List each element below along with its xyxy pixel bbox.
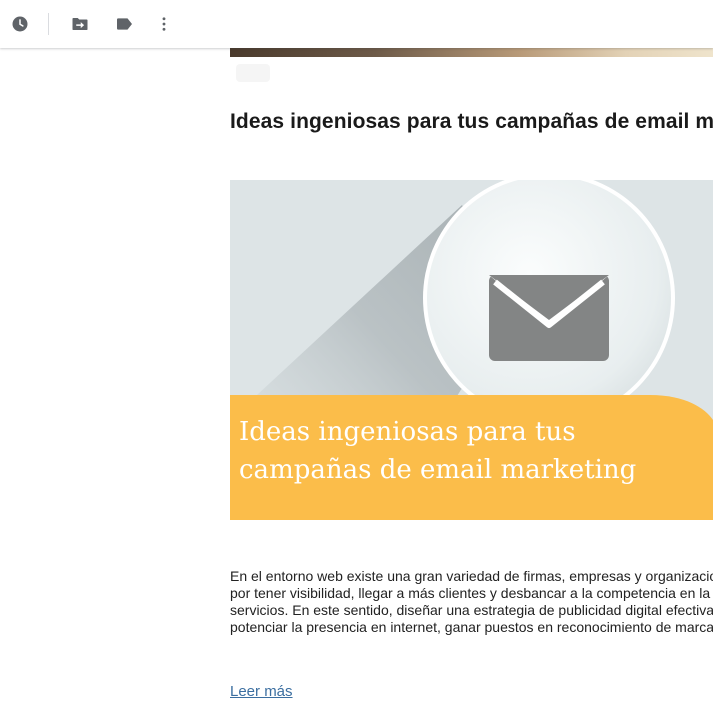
email-body: Ideas ingeniosas para tus campañas de em… bbox=[230, 0, 713, 727]
post-title[interactable]: Ideas ingeniosas para tus campañas de em… bbox=[230, 110, 713, 134]
excerpt-line: potenciar la presencia en internet, gana… bbox=[230, 619, 713, 635]
post-excerpt: En el entorno web existe una gran varied… bbox=[230, 568, 713, 636]
move-to-button[interactable] bbox=[64, 8, 96, 40]
more-vert-icon bbox=[162, 17, 166, 31]
envelope-icon bbox=[489, 275, 609, 361]
post-banner-image[interactable]: Ideas ingeniosas para tus campañas de em… bbox=[230, 180, 713, 520]
read-more-link[interactable]: Leer más bbox=[230, 683, 293, 700]
clock-icon bbox=[12, 16, 28, 32]
snooze-button[interactable] bbox=[4, 8, 36, 40]
email-toolbar bbox=[0, 0, 713, 48]
excerpt-line: por tener visibilidad, llegar a más clie… bbox=[230, 585, 713, 601]
excerpt-line: servicios. En este sentido, diseñar una … bbox=[230, 602, 713, 618]
label-button[interactable] bbox=[108, 8, 140, 40]
banner-line-1: Ideas ingeniosas para tus bbox=[239, 417, 576, 447]
image-caption-mark bbox=[236, 64, 270, 82]
move-to-icon bbox=[72, 18, 88, 30]
banner-line-2: campañas de email marketing bbox=[239, 455, 637, 485]
banner-text: Ideas ingeniosas para tus campañas de em… bbox=[239, 413, 713, 489]
more-options-button[interactable] bbox=[148, 8, 180, 40]
toolbar-divider bbox=[48, 13, 49, 35]
label-icon bbox=[116, 18, 132, 30]
excerpt-line: En el entorno web existe una gran varied… bbox=[230, 568, 713, 584]
email-viewer: Ideas ingeniosas para tus campañas de em… bbox=[0, 0, 713, 727]
